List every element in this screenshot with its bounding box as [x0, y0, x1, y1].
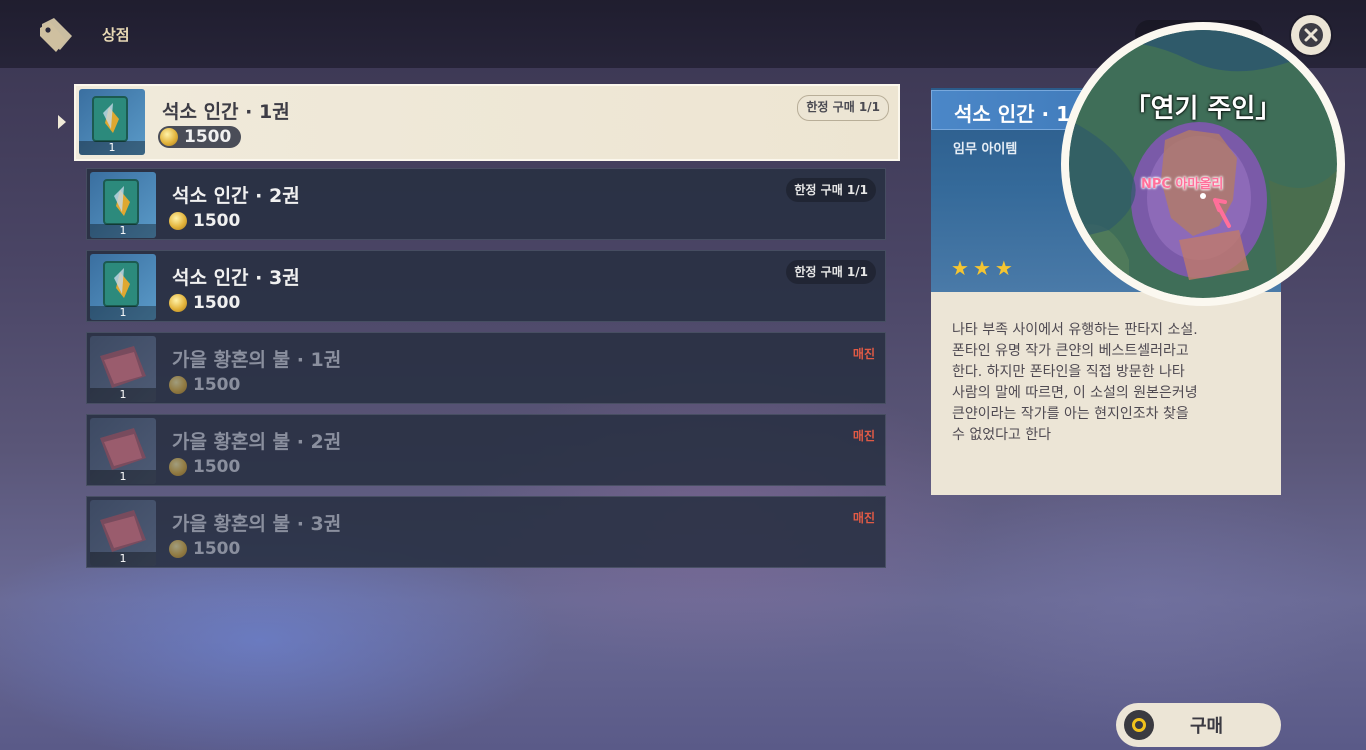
shop-item[interactable]: 1 가을 황혼의 불 · 2권 1500 매진	[86, 414, 886, 486]
close-icon	[1299, 23, 1323, 47]
book-icon: 1	[90, 172, 156, 238]
shop-item[interactable]: 1 석소 인간 · 1권 1500 한정 구매 1/1	[74, 84, 900, 161]
price-value: 1500	[193, 211, 241, 231]
book-icon: 1	[90, 336, 156, 402]
price-value: 1500	[184, 127, 232, 147]
purchase-limit-badge: 한정 구매 1/1	[786, 178, 876, 202]
price-value: 1500	[193, 375, 241, 395]
item-price: 1500	[169, 374, 240, 396]
item-quantity: 1	[79, 141, 145, 155]
item-price: 1500	[158, 126, 242, 148]
item-quantity: 1	[90, 224, 156, 238]
gamepad-button-icon	[1124, 710, 1154, 740]
item-price: 1500	[169, 538, 240, 560]
item-quantity: 1	[90, 388, 156, 402]
mora-coin-icon	[169, 376, 187, 394]
item-quantity: 1	[90, 306, 156, 320]
price-value: 1500	[193, 539, 241, 559]
book-icon: 1	[90, 418, 156, 484]
shop-item[interactable]: 1 석소 인간 · 2권 1500 한정 구매 1/1	[86, 168, 886, 240]
mora-coin-icon	[169, 294, 187, 312]
item-quantity: 1	[90, 552, 156, 566]
shop-item[interactable]: 1 가을 황혼의 불 · 3권 1500 매진	[86, 496, 886, 568]
shop-item[interactable]: 1 석소 인간 · 3권 1500 한정 구매 1/1	[86, 250, 886, 322]
selection-indicator	[58, 115, 66, 129]
book-icon: 1	[79, 89, 145, 155]
item-name: 석소 인간 · 3권	[172, 267, 300, 289]
map-overlay: 「연기 주인」 NPC 아마올리	[1061, 22, 1345, 306]
detail-title: 석소 인간 · 1	[954, 102, 1071, 126]
sold-out-label: 매진	[852, 429, 875, 443]
sold-out-label: 매진	[852, 511, 875, 525]
mora-coin-icon	[169, 540, 187, 558]
sold-out-label: 매진	[852, 347, 875, 361]
tag-icon	[40, 18, 72, 52]
item-type-label: 임무 아이템	[953, 142, 1018, 157]
price-value: 1500	[193, 457, 241, 477]
purchase-limit-badge: 한정 구매 1/1	[797, 95, 889, 121]
star-icon: ★	[994, 256, 1013, 280]
mora-coin-icon	[169, 458, 187, 476]
buy-button[interactable]: 구매	[1116, 703, 1281, 747]
close-button[interactable]	[1291, 15, 1331, 55]
map-image: 「연기 주인」 NPC 아마올리	[1069, 30, 1337, 298]
item-description-panel: 나타 부족 사이에서 유행하는 판타지 소설. 폰타인 유명 작가 큰얀의 베스…	[931, 292, 1281, 495]
book-icon: 1	[90, 500, 156, 566]
item-name: 가을 황혼의 불 · 3권	[172, 513, 342, 535]
item-name: 가을 황혼의 불 · 1권	[172, 349, 342, 371]
shop-item[interactable]: 1 가을 황혼의 불 · 1권 1500 매진	[86, 332, 886, 404]
map-location-title: 「연기 주인」	[1124, 94, 1282, 124]
item-price: 1500	[169, 210, 240, 232]
item-price: 1500	[169, 292, 240, 314]
star-icon: ★	[972, 256, 991, 280]
price-value: 1500	[193, 293, 241, 313]
buy-label: 구매	[1189, 716, 1224, 737]
mora-coin-icon	[160, 128, 178, 146]
rarity-stars: ★ ★ ★	[951, 258, 1013, 278]
mora-coin-icon	[169, 212, 187, 230]
item-description: 나타 부족 사이에서 유행하는 판타지 소설. 폰타인 유명 작가 큰얀의 베스…	[952, 322, 1198, 443]
purchase-limit-badge: 한정 구매 1/1	[786, 260, 876, 284]
item-price: 1500	[169, 456, 240, 478]
shop-title: 상점	[102, 26, 130, 44]
item-name: 가을 황혼의 불 · 2권	[172, 431, 342, 453]
item-quantity: 1	[90, 470, 156, 484]
star-icon: ★	[951, 256, 969, 280]
book-icon: 1	[90, 254, 156, 320]
item-name: 석소 인간 · 2권	[172, 185, 300, 207]
item-name: 석소 인간 · 1권	[162, 101, 290, 123]
npc-map-label: NPC 아마올리	[1141, 177, 1224, 192]
